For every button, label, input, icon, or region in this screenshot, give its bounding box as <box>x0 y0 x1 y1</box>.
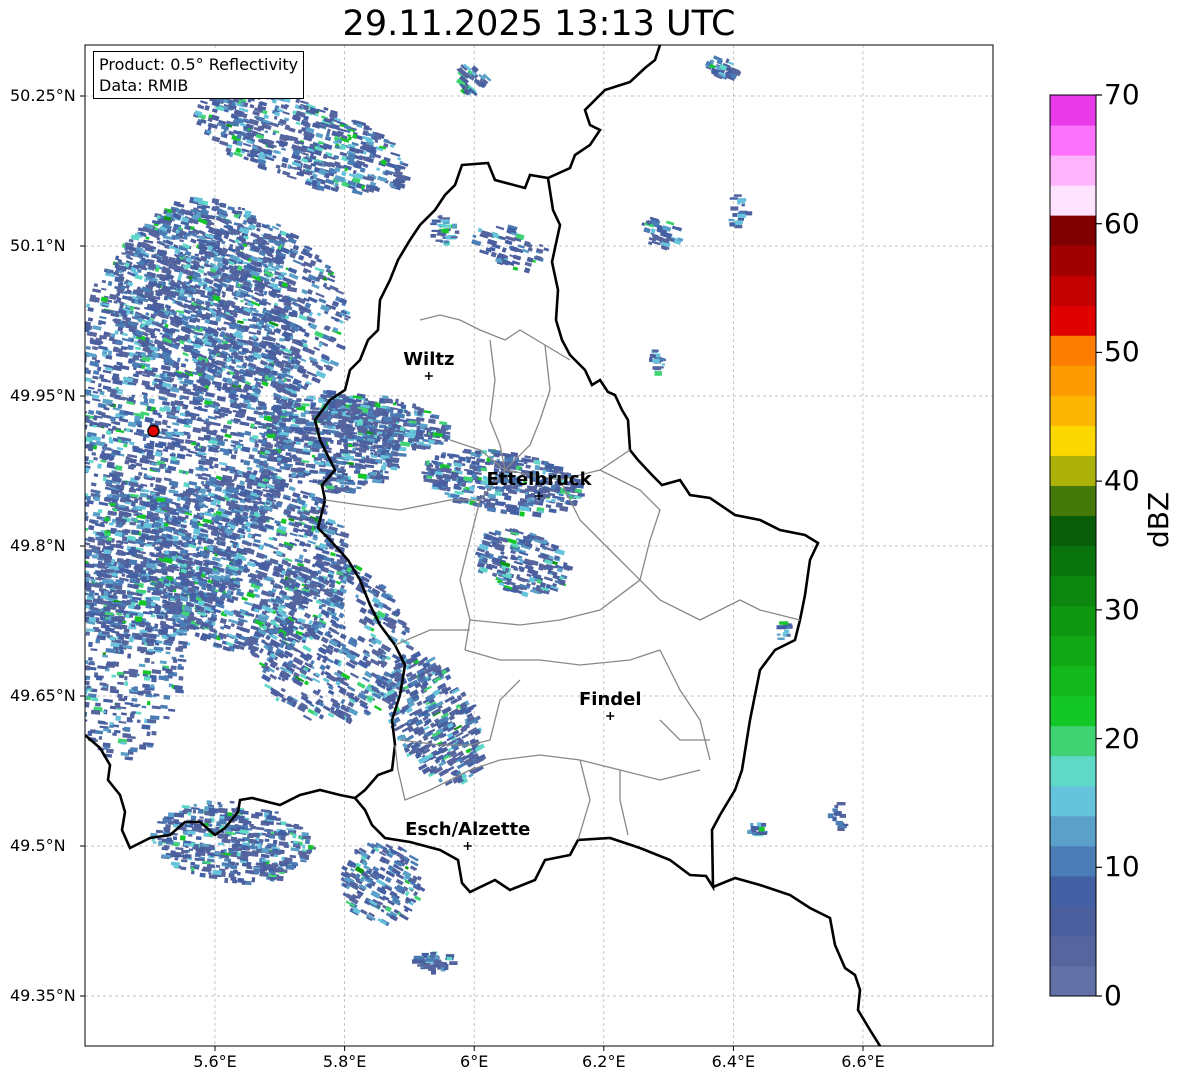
colorbar-swatch <box>1050 695 1096 727</box>
x-tick-label: 6.4°E <box>711 1052 756 1071</box>
colorbar-swatch <box>1050 635 1096 667</box>
y-tick-label: 49.95°N <box>10 386 76 405</box>
colorbar-swatch <box>1050 755 1096 787</box>
colorbar-tick-label: 50 <box>1104 335 1140 369</box>
city-marker <box>606 712 615 720</box>
city-label: Ettelbruck <box>486 469 592 490</box>
city-label: Findel <box>578 689 642 710</box>
colorbar-tick-label: 20 <box>1104 721 1140 755</box>
x-tick-label: 6.2°E <box>582 1052 626 1071</box>
colorbar-swatch <box>1050 605 1096 637</box>
info-data-source: Data: RMIB <box>99 76 189 95</box>
colorbar-tick-label: 60 <box>1104 206 1140 240</box>
y-tick-label: 49.35°N <box>10 986 76 1005</box>
colorbar-swatch <box>1050 275 1096 306</box>
city-marker <box>424 372 433 380</box>
info-box: Product: 0.5° Reflectivity Data: RMIB <box>93 51 305 99</box>
city-label: Esch/Alzette <box>405 819 531 840</box>
radar-site-marker <box>147 424 160 438</box>
x-tick-label: 5.8°E <box>322 1052 367 1071</box>
y-tick-label: 50.1°N <box>10 236 66 255</box>
x-tick-label: 5.6°E <box>193 1052 237 1071</box>
colorbar-swatch <box>1050 305 1096 336</box>
colorbar-swatch <box>1050 905 1096 937</box>
colorbar-swatch <box>1050 155 1096 186</box>
x-tick-label: 6.6°E <box>841 1052 885 1071</box>
colorbar-swatch <box>1050 785 1096 817</box>
colorbar-swatch <box>1050 455 1096 486</box>
y-tick-label: 49.65°N <box>10 686 76 705</box>
city-label: Wiltz <box>403 349 455 370</box>
border-east <box>712 876 882 1046</box>
colorbar-swatch <box>1050 125 1096 156</box>
colorbar-swatch <box>1050 515 1096 546</box>
colorbar-swatch <box>1050 485 1096 516</box>
colorbar-swatch <box>1050 335 1096 366</box>
colorbar-swatch <box>1050 365 1096 396</box>
info-product: Product: 0.5° Reflectivity <box>99 55 299 74</box>
colorbar-swatch <box>1050 95 1096 126</box>
colorbar-swatch <box>1050 725 1096 757</box>
colorbar-swatch <box>1050 815 1096 847</box>
colorbar-tick-label: 10 <box>1104 850 1140 884</box>
colorbar-swatch <box>1050 575 1096 607</box>
colorbar-swatch <box>1050 935 1096 967</box>
colorbar-swatch <box>1050 665 1096 697</box>
city-marker <box>463 842 472 850</box>
colorbar-swatch <box>1050 425 1096 456</box>
x-tick-label: 6°E <box>460 1052 489 1071</box>
colorbar-swatch <box>1050 545 1096 577</box>
colorbar-swatch <box>1050 395 1096 426</box>
colorbar-swatch <box>1050 215 1096 246</box>
radar-map <box>80 44 1102 1051</box>
border-west <box>85 734 356 850</box>
colorbar-title: dBZ <box>1142 491 1175 548</box>
y-tick-label: 50.25°N <box>10 86 76 105</box>
colorbar-tick-label: 0 <box>1104 979 1122 1012</box>
colorbar-swatch <box>1050 965 1096 997</box>
colorbar-tick-label: 40 <box>1104 464 1140 498</box>
y-tick-label: 49.8°N <box>10 536 66 555</box>
colorbar-swatch <box>1050 845 1096 877</box>
colorbar-tick-label: 70 <box>1104 78 1140 111</box>
colorbar <box>1050 95 1096 997</box>
colorbar-tick-label: 30 <box>1104 592 1140 626</box>
colorbar-swatch <box>1050 245 1096 276</box>
colorbar-swatch <box>1050 875 1096 907</box>
y-tick-label: 49.5°N <box>10 836 66 855</box>
country-border <box>313 161 820 894</box>
colorbar-swatch <box>1050 185 1096 216</box>
